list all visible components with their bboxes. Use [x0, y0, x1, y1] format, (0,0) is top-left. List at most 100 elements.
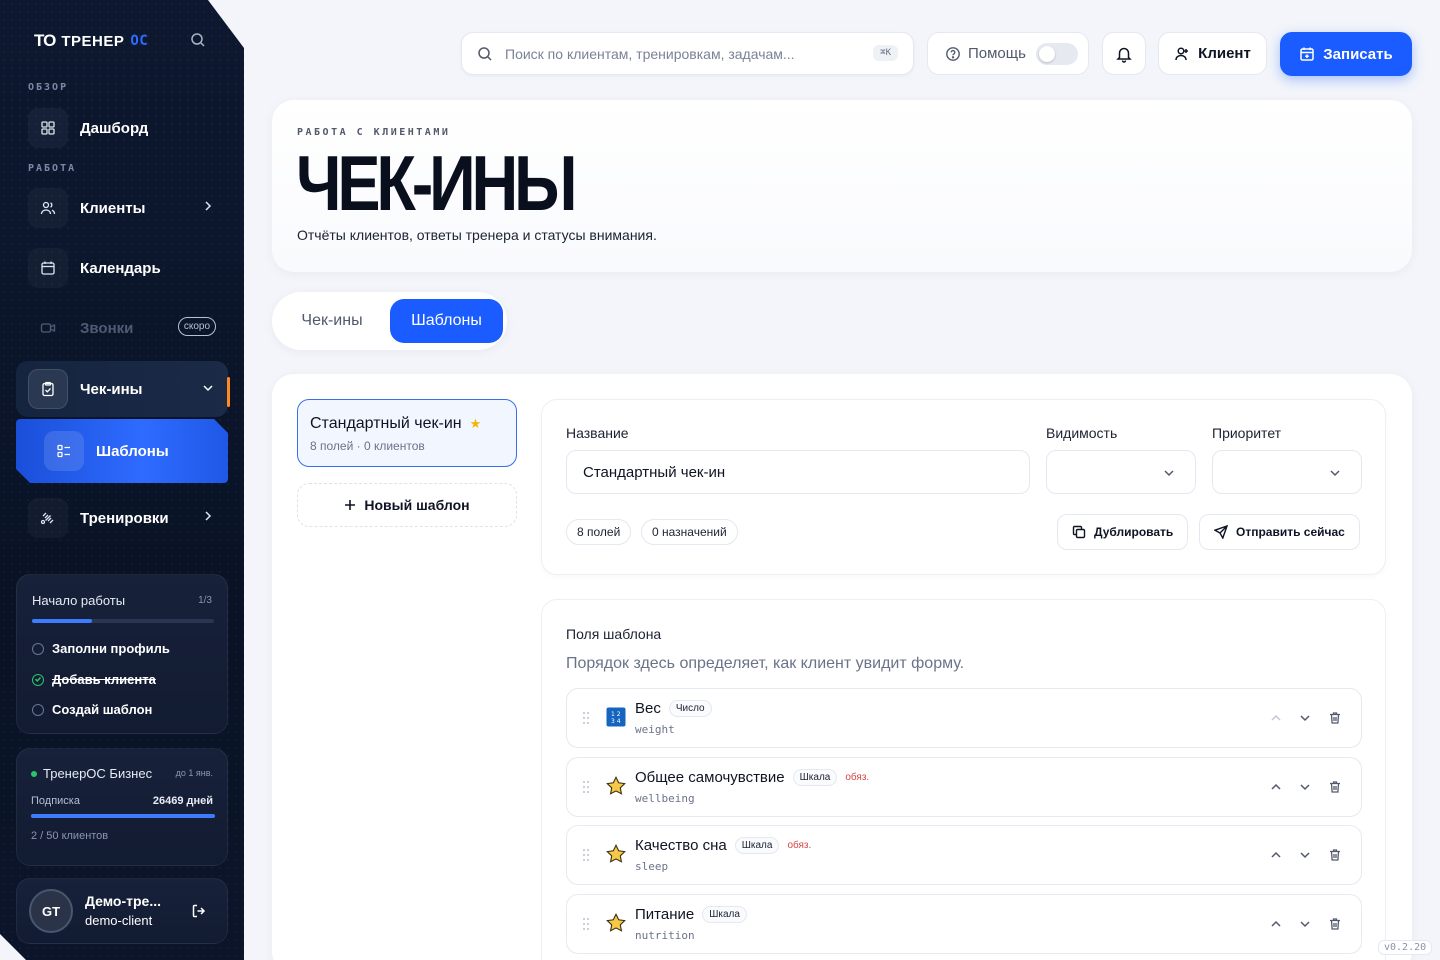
chevron-down-icon[interactable] — [1298, 780, 1312, 794]
onboarding-task[interactable]: Создай шаблон — [32, 702, 152, 717]
page-eyebrow: РАБОТА С КЛИЕНТАМИ — [297, 127, 451, 138]
clipboard-icon — [28, 369, 68, 409]
drag-handle-icon[interactable] — [582, 848, 590, 862]
new-template-button[interactable]: Новый шаблон — [297, 483, 517, 527]
field-key: weight — [635, 723, 675, 736]
onboarding-card: Начало работы 1/3 Заполни профиль Добавь… — [16, 574, 228, 734]
onboarding-progress-fill — [32, 619, 93, 623]
template-name-input[interactable] — [583, 463, 999, 481]
video-icon — [28, 308, 68, 348]
sidebar-item-clients[interactable]: Клиенты — [16, 178, 228, 238]
page-subtitle: Отчёты клиентов, ответы тренера и статус… — [297, 227, 657, 243]
switch-knob — [1039, 46, 1055, 62]
chevron-up-icon[interactable] — [1269, 848, 1283, 862]
template-name-field[interactable] — [566, 450, 1030, 494]
calendar-plus-icon — [1300, 47, 1315, 61]
number-icon: 1 23 4 — [605, 706, 627, 728]
sidebar: TO ТРЕНЕР ОС ОБЗОР Дашборд РАБОТА Клиент… — [0, 0, 244, 960]
field-name-label: Общее самочувствие — [635, 769, 785, 786]
template-name: Стандартный чек-ин ★ — [310, 415, 481, 433]
fields-section-subtitle: Порядок здесь определяет, как клиент уви… — [566, 655, 965, 672]
user-card[interactable]: GT Демо-тре... demo-client — [16, 878, 228, 944]
help-circle-icon — [946, 46, 960, 61]
sidebar-item-calendar[interactable]: Календарь — [16, 238, 228, 298]
sidebar-item-checkins[interactable]: Чек-ины — [16, 361, 230, 417]
chevron-up-icon[interactable] — [1269, 711, 1283, 725]
bell-icon — [1116, 47, 1132, 63]
trash-icon[interactable] — [1328, 917, 1342, 931]
star-icon — [605, 775, 627, 797]
new-template-label: Новый шаблон — [364, 497, 470, 513]
required-badge: обяз. — [787, 840, 812, 851]
sidebar-corner-notch-bottom — [0, 934, 26, 960]
avatar: GT — [29, 889, 73, 933]
sidebar-item-dashboard[interactable]: Дашборд — [16, 98, 228, 158]
tab-templates[interactable]: Шаблоны — [390, 299, 503, 343]
add-client-button[interactable]: Клиент — [1158, 32, 1267, 75]
drag-handle-icon[interactable] — [582, 711, 590, 725]
field-type-badge: Шкала — [792, 769, 838, 786]
chevron-down-icon — [203, 385, 213, 392]
user-sub: demo-client — [85, 913, 153, 928]
assignments-badge: 0 назначений — [641, 519, 738, 545]
chevron-down-icon — [1330, 470, 1340, 477]
chevron-down-icon[interactable] — [1298, 711, 1312, 725]
visibility-select[interactable] — [1046, 450, 1196, 494]
send-icon — [1214, 525, 1228, 539]
field-type-badge: Шкала — [734, 837, 780, 854]
duplicate-button[interactable]: Дублировать — [1057, 514, 1189, 550]
plan-until: до 1 янв. — [175, 768, 213, 778]
circle-icon — [32, 703, 44, 716]
book-session-label: Записать — [1323, 45, 1393, 63]
field-row-wellbeing[interactable]: Общее самочувствие Шкала обяз. wellbeing — [566, 757, 1362, 817]
chevron-down-icon[interactable] — [1298, 917, 1312, 931]
help-label: Помощь — [968, 45, 1026, 62]
onboarding-task[interactable]: Заполни профиль — [32, 641, 170, 656]
search-icon — [478, 46, 492, 61]
view-tabs: Чек-ины Шаблоны — [272, 292, 507, 350]
book-session-button[interactable]: Записать — [1280, 32, 1412, 76]
chevron-up-icon[interactable] — [1269, 780, 1283, 794]
global-search[interactable]: ⌘K — [461, 32, 914, 75]
app-logo[interactable]: TO ТРЕНЕР ОС — [34, 31, 148, 51]
template-list-item[interactable]: Стандартный чек-ин ★ 8 полей · 0 клиенто… — [297, 399, 517, 467]
status-dot-icon — [31, 770, 37, 777]
field-row-nutrition[interactable]: Питание Шкала nutrition — [566, 894, 1362, 954]
visibility-label: Видимость — [1046, 425, 1118, 441]
priority-select[interactable] — [1212, 450, 1362, 494]
notifications-button[interactable] — [1102, 32, 1146, 75]
field-name: Общее самочувствие Шкала обяз. — [635, 769, 869, 786]
sidebar-item-templates[interactable]: Шаблоны — [16, 419, 228, 483]
plan-card[interactable]: ТренерОС Бизнес до 1 янв. Подписка 26469… — [16, 748, 228, 866]
trash-icon[interactable] — [1328, 711, 1342, 725]
logout-icon[interactable] — [191, 903, 207, 919]
drag-handle-icon[interactable] — [582, 780, 590, 794]
sidebar-item-label: Дашборд — [80, 119, 149, 137]
help-switch[interactable] — [1036, 43, 1078, 65]
onboarding-title: Начало работы — [32, 593, 126, 608]
onboarding-task-done[interactable]: Добавь клиента — [32, 672, 156, 687]
tab-checkins[interactable]: Чек-ины — [282, 299, 382, 343]
required-badge: обяз. — [845, 772, 870, 783]
chevron-up-icon[interactable] — [1269, 917, 1283, 931]
plan-progress — [31, 814, 215, 818]
drag-handle-icon[interactable] — [582, 917, 590, 931]
users-icon — [28, 188, 68, 228]
chevron-down-icon[interactable] — [1298, 848, 1312, 862]
sidebar-item-workouts[interactable]: Тренировки — [16, 488, 228, 548]
chevron-right-icon — [205, 511, 212, 521]
search-input[interactable] — [505, 45, 845, 62]
field-row-weight[interactable]: 1 23 4 Вес Число weight — [566, 688, 1362, 748]
send-now-button[interactable]: Отправить сейчас — [1199, 514, 1360, 550]
field-row-sleep[interactable]: Качество сна Шкала обяз. sleep — [566, 825, 1362, 885]
field-name: Вес Число — [635, 700, 712, 717]
add-client-label: Клиент — [1198, 45, 1251, 62]
search-shortcut: ⌘K — [873, 45, 898, 61]
onboarding-task-label: Добавь клиента — [52, 672, 156, 687]
sidebar-item-label: Звонки — [80, 319, 134, 337]
trash-icon[interactable] — [1328, 780, 1342, 794]
soon-badge: скоро — [177, 317, 216, 336]
help-toggle[interactable]: Помощь — [927, 32, 1089, 75]
search-icon[interactable] — [190, 32, 206, 48]
trash-icon[interactable] — [1328, 848, 1342, 862]
